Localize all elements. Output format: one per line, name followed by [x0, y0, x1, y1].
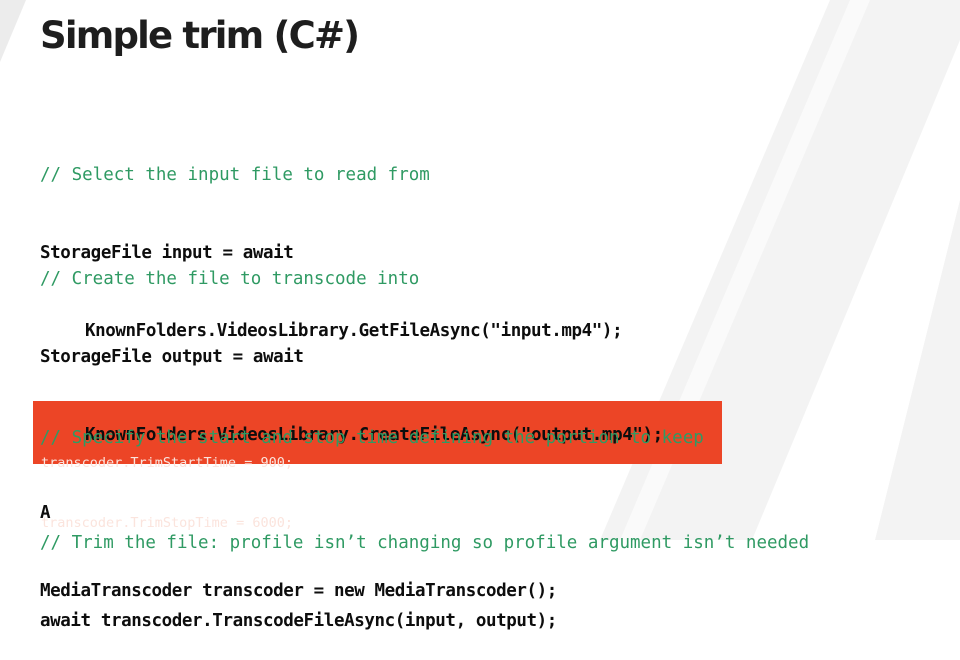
code-block-transcode: // Trim the file: profile isn’t changing… — [40, 478, 809, 660]
code-line: await transcoder.TranscodeFileAsync(inpu… — [40, 611, 557, 631]
slide-title: Simple trim (C#) — [40, 14, 360, 57]
code-comment: // Select the input file to read from — [40, 165, 430, 185]
code-comment: // Trim the file: profile isn’t changing… — [40, 533, 810, 553]
code-line: StorageFile output = await — [40, 347, 304, 367]
code-line-trim-start: transcoder.TrimStartTime = 900; — [41, 455, 293, 471]
corner-stripe-left — [0, 0, 26, 62]
code-comment: // Create the file to transcode into — [40, 269, 420, 289]
